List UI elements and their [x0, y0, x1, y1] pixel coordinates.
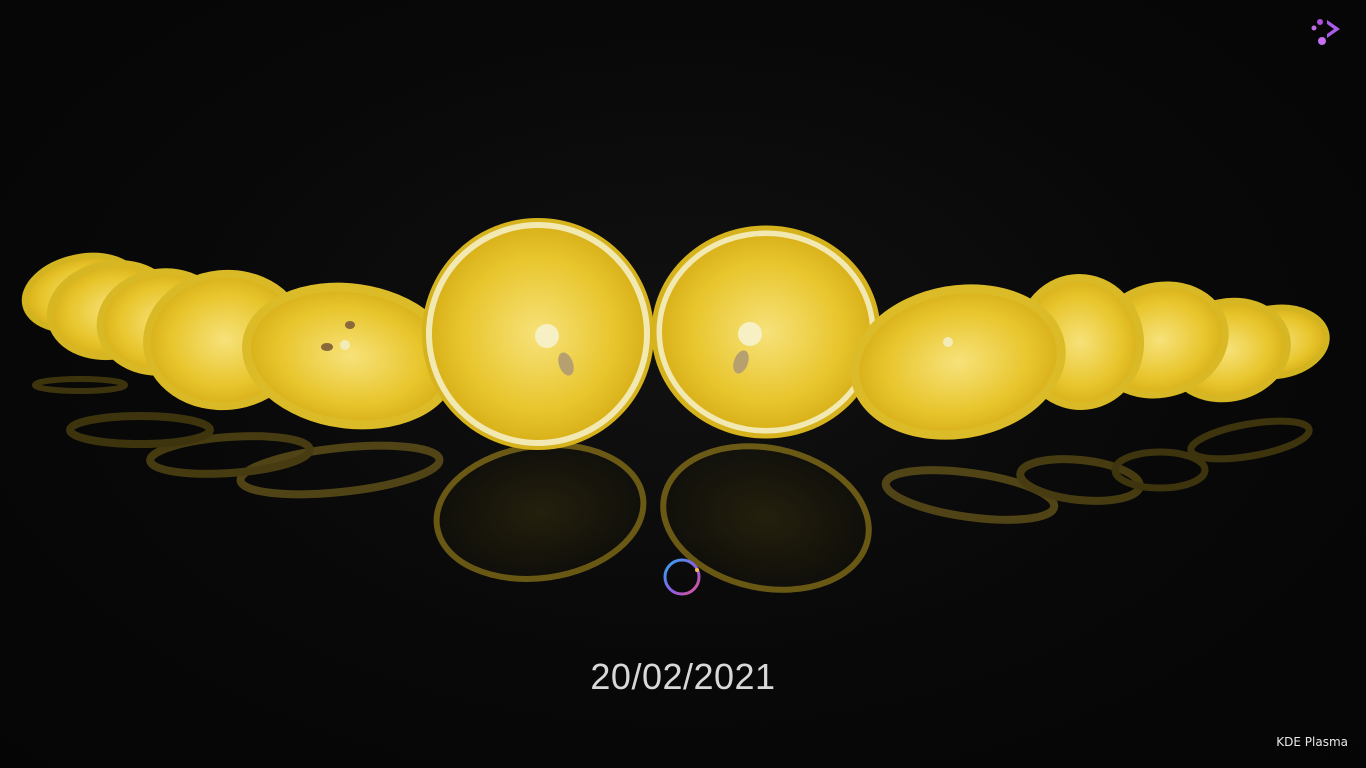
lemon-slices-left [21, 252, 458, 430]
splash-date: 20/02/2021 [590, 656, 776, 697]
brand-label: KDE Plasma [1276, 735, 1348, 749]
lemon-halves-center [422, 218, 881, 450]
lemon-wallpaper [21, 218, 1330, 593]
splash-screen: 20/02/2021 KDE Plasma [0, 0, 1366, 768]
loading-spinner-icon [663, 558, 701, 596]
plasma-logo-icon [1311, 19, 1340, 45]
